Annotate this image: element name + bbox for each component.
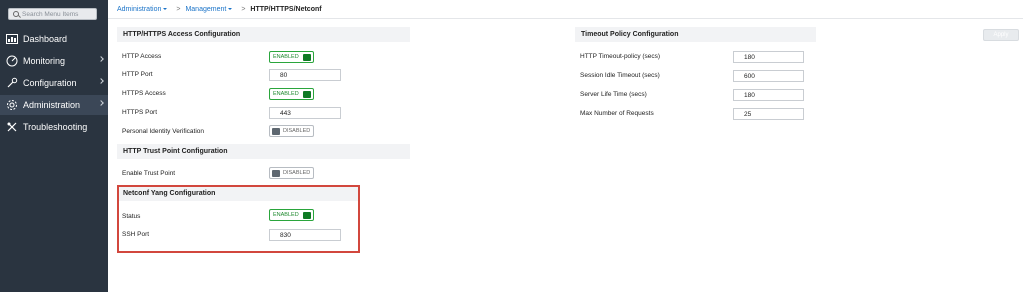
chevron-right-icon <box>98 56 104 62</box>
input-value: 180 <box>744 91 755 99</box>
apply-button[interactable]: Apply <box>983 29 1019 41</box>
http-timeout-input[interactable]: 180 <box>733 51 804 63</box>
http-section-title: HTTP/HTTPS Access Configuration <box>117 27 410 42</box>
monitoring-icon <box>5 55 19 67</box>
toggle-knob <box>303 91 311 98</box>
caret-down-icon <box>163 8 168 10</box>
search-menu-input[interactable]: Search Menu Items <box>8 8 97 20</box>
toggle-state: ENABLED <box>273 91 299 97</box>
toggle-knob <box>272 170 280 177</box>
breadcrumb-separator: > <box>241 5 246 13</box>
sidebar-item-label: Administration <box>23 100 81 110</box>
toggle-knob <box>272 128 280 135</box>
trust-section-title: HTTP Trust Point Configuration <box>117 144 410 159</box>
input-value: 80 <box>280 71 288 79</box>
sidebar-item-dashboard[interactable]: Dashboard <box>0 29 108 49</box>
caret-down-icon <box>228 8 233 10</box>
sidebar-item-administration[interactable]: Administration <box>0 95 108 115</box>
sidebar-item-label: Troubleshooting <box>23 122 88 132</box>
chevron-right-icon <box>98 78 104 84</box>
chevron-right-icon <box>98 100 104 106</box>
toggle-state: DISABLED <box>283 128 311 134</box>
http-timeout-label: HTTP Timeout-policy (secs) <box>580 53 661 60</box>
trust-point-label: Enable Trust Point <box>122 170 176 177</box>
server-life-input[interactable]: 180 <box>733 89 804 101</box>
apply-label: Apply <box>993 32 1009 38</box>
sidebar-item-monitoring[interactable]: Monitoring <box>0 51 108 71</box>
https-access-label: HTTPS Access <box>122 90 166 97</box>
search-icon <box>13 11 19 17</box>
input-value: 600 <box>744 72 755 80</box>
sidebar-item-label: Monitoring <box>23 56 66 66</box>
breadcrumb: Administration > Management > HTTP/HTTPS… <box>117 4 322 14</box>
toggle-knob <box>303 54 311 61</box>
https-port-input[interactable]: 443 <box>269 107 341 119</box>
sidebar: Search Menu Items Dashboard Monitoring C… <box>0 0 108 292</box>
input-value: 25 <box>744 110 752 118</box>
netconf-highlight-box <box>117 185 360 253</box>
troubleshooting-icon <box>5 121 19 133</box>
http-access-label: HTTP Access <box>122 53 162 60</box>
session-idle-input[interactable]: 600 <box>733 70 804 82</box>
breadcrumb-administration[interactable]: Administration <box>117 6 161 13</box>
administration-icon <box>5 99 19 111</box>
max-requests-input[interactable]: 25 <box>733 108 804 120</box>
input-value: 180 <box>744 53 755 61</box>
http-access-toggle[interactable]: ENABLED <box>269 51 314 63</box>
input-value: 443 <box>280 109 291 117</box>
configuration-icon <box>5 77 19 89</box>
breadcrumb-management[interactable]: Management <box>185 6 226 13</box>
server-life-label: Server Life Time (secs) <box>580 91 647 98</box>
search-placeholder: Search Menu Items <box>22 10 79 18</box>
trust-point-toggle[interactable]: DISABLED <box>269 167 314 179</box>
sidebar-item-label: Configuration <box>23 78 77 88</box>
sidebar-item-label: Dashboard <box>23 34 68 44</box>
toggle-state: ENABLED <box>273 54 299 60</box>
piv-toggle[interactable]: DISABLED <box>269 125 314 137</box>
breadcrumb-separator: > <box>176 5 181 13</box>
sidebar-item-configuration[interactable]: Configuration <box>0 73 108 93</box>
header-divider <box>108 18 1023 19</box>
max-requests-label: Max Number of Requests <box>580 110 654 117</box>
sidebar-item-troubleshooting[interactable]: Troubleshooting <box>0 117 108 137</box>
dashboard-icon <box>5 33 19 45</box>
https-port-label: HTTPS Port <box>122 109 158 116</box>
toggle-state: DISABLED <box>283 170 311 176</box>
https-access-toggle[interactable]: ENABLED <box>269 88 314 100</box>
piv-label: Personal Identity Verification <box>122 128 205 135</box>
session-idle-label: Session Idle Timeout (secs) <box>580 72 660 79</box>
http-port-label: HTTP Port <box>122 71 153 78</box>
http-port-input[interactable]: 80 <box>269 69 341 81</box>
timeout-section-title: Timeout Policy Configuration <box>575 27 816 42</box>
page-title: HTTP/HTTPS/Netconf <box>250 5 322 13</box>
